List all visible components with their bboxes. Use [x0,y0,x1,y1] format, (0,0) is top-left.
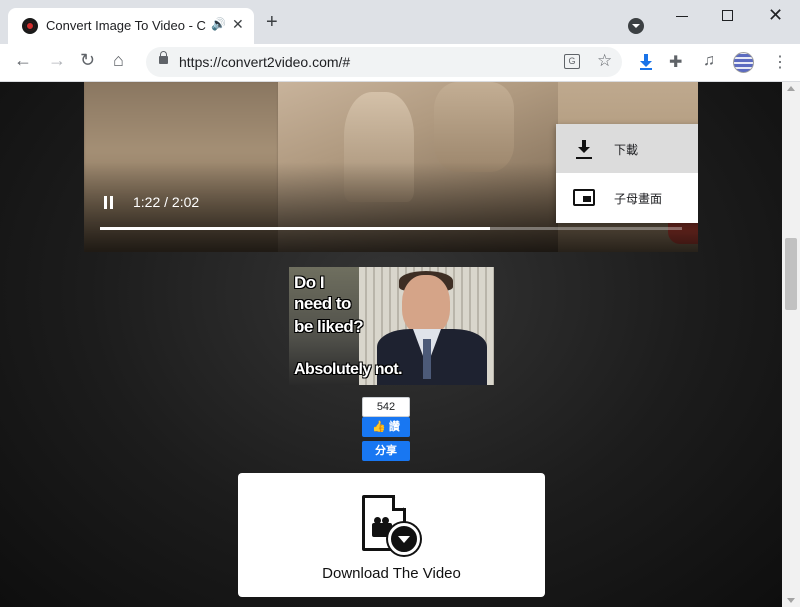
menu-item-download[interactable]: 下載 [556,124,698,173]
extensions-puzzle-icon[interactable]: ✚ [669,52,682,72]
download-video-card[interactable]: Download The Video [238,473,545,597]
scrollbar-thumb[interactable] [785,238,797,310]
bookmark-star-icon[interactable]: ☆ [597,51,612,71]
video-time: 1:22 / 2:02 [133,194,200,210]
back-arrow-icon[interactable]: ← [14,50,32,71]
video-player[interactable]: 1:22 / 2:02 下載 子母畫面 [84,82,698,252]
menu-item-label: 下載 [614,143,639,157]
window-close-button[interactable]: ✕ [768,5,783,26]
download-video-label[interactable]: Download The Video [238,565,545,582]
meme-caption-line: Do I [294,273,325,292]
video-progress-bar[interactable] [100,227,682,230]
lock-icon[interactable] [159,51,168,64]
url-text[interactable]: https://convert2video.com/# [179,54,350,70]
profile-avatar[interactable] [733,52,754,73]
meme-person-tie [423,339,431,379]
facebook-share-button[interactable]: 分享 [362,441,410,461]
page-scrollbar[interactable] [782,82,800,607]
browser-window: Convert Image To Video - C 🔊 ✕ + ✕ ← → ↻… [0,0,800,607]
tab-title: Convert Image To Video - C [46,18,206,33]
site-favicon-icon [22,18,38,34]
speaker-icon[interactable]: 🔊 [211,17,226,31]
reload-icon[interactable]: ↻ [80,50,95,71]
media-control-icon[interactable]: ♫ [703,52,715,70]
maximize-button[interactable] [722,10,733,21]
forward-arrow-icon[interactable]: → [48,50,66,71]
picture-in-picture-icon [573,189,595,206]
browser-tab[interactable]: Convert Image To Video - C 🔊 ✕ [8,8,254,44]
downloads-icon-base [640,68,652,70]
page-content: 1:22 / 2:02 下載 子母畫面 Do I need to be like… [0,82,782,607]
document-fold [392,495,406,511]
home-icon[interactable]: ⌂ [113,50,124,71]
scroll-down-arrow-icon[interactable] [787,598,795,603]
download-arrow-icon [388,523,420,555]
address-bar[interactable]: https://convert2video.com/# G ☆ [146,47,622,77]
download-icon [576,140,592,158]
minimize-button[interactable] [676,16,688,17]
menu-item-label: 子母畫面 [614,192,663,206]
tab-strip: Convert Image To Video - C 🔊 ✕ + ✕ [0,0,800,44]
download-icon-base [576,157,592,159]
video-frame-detail [434,82,514,172]
meme-caption-line: Absolutely not. [294,361,403,378]
meme-person-face [402,275,450,335]
scroll-up-arrow-icon[interactable] [787,86,795,91]
menu-item-picture-in-picture[interactable]: 子母畫面 [556,173,698,222]
browser-menu-icon[interactable]: ⋮ [772,52,788,72]
video-context-menu: 下載 子母畫面 [556,124,698,223]
new-tab-button[interactable]: + [266,12,278,32]
meme-image: Do I need to be liked? Absolutely not. [289,267,494,385]
meme-caption-line: need to [294,294,351,313]
translate-icon[interactable]: G [564,54,580,69]
meme-caption-line: be liked? [294,317,364,336]
tab-close-button[interactable]: ✕ [232,16,244,33]
facebook-like-button[interactable]: 👍 讚 [362,417,410,437]
browser-toolbar: ← → ↻ ⌂ https://convert2video.com/# G ☆ … [0,44,800,82]
video-progress-fill [100,227,490,230]
facebook-like-count: 542 [362,397,410,417]
pause-icon[interactable] [104,196,114,209]
tab-search-icon[interactable] [628,18,644,34]
